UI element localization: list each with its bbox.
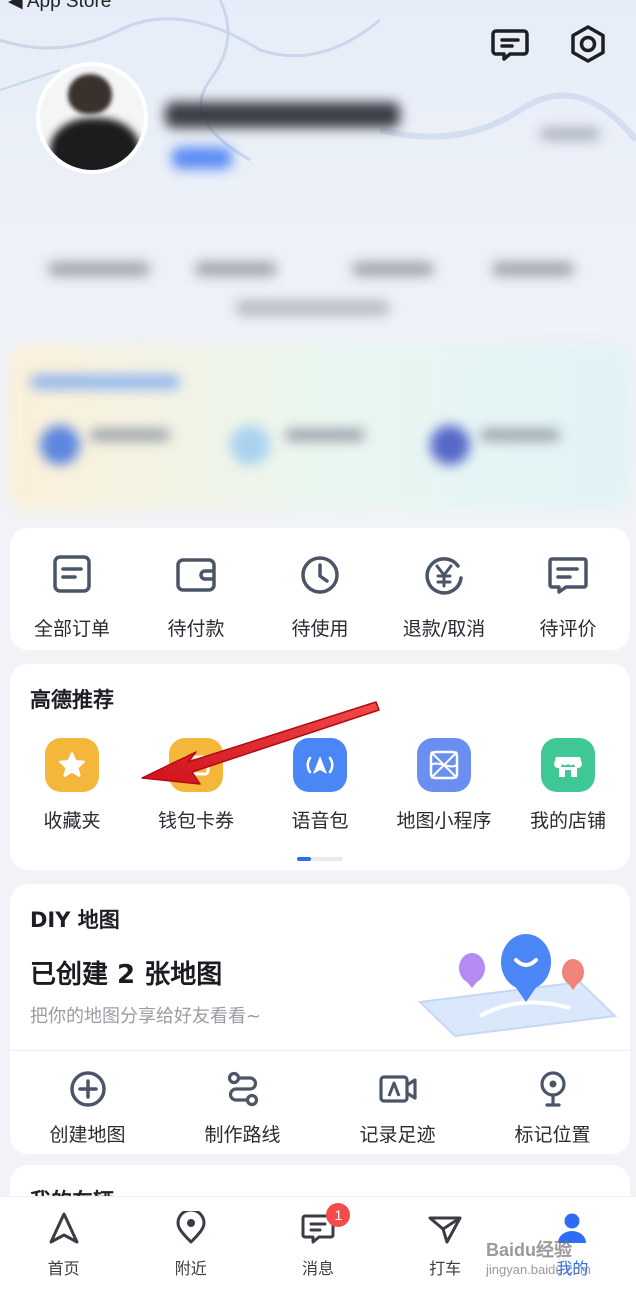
diy-subtitle: 把你的地图分享给好友看看~: [30, 1006, 262, 1027]
diy-action-label: 制作路线: [204, 1124, 281, 1146]
tab-label: 首页: [47, 1259, 80, 1278]
video-footprint-icon: [378, 1070, 418, 1112]
watermark-text: Baidu经验: [486, 1240, 573, 1260]
tab-label: 附近: [174, 1259, 207, 1278]
diy-action-create-map[interactable]: 创建地图: [10, 1070, 165, 1147]
route-icon: [224, 1070, 262, 1112]
diy-action-make-route[interactable]: 制作路线: [165, 1070, 320, 1147]
plus-circle-icon: [69, 1070, 107, 1112]
tab-label: 打车: [429, 1259, 462, 1278]
diy-action-label: 标记位置: [514, 1124, 591, 1146]
baidu-watermark: Baidu经验 jingyan.baidu.com: [486, 1236, 591, 1277]
diy-action-label: 记录足迹: [359, 1124, 436, 1146]
section-title: DIY 地图: [30, 908, 120, 932]
tab-messages[interactable]: 1 消息: [254, 1197, 381, 1306]
diy-action-record-footprint[interactable]: 记录足迹: [320, 1070, 475, 1147]
diy-action-label: 创建地图: [49, 1124, 126, 1146]
tab-home[interactable]: 首页: [0, 1197, 127, 1306]
unread-badge: 1: [326, 1203, 351, 1227]
tab-label: 消息: [301, 1259, 334, 1278]
navigation-arrow-icon: [47, 1211, 81, 1249]
diy-headline: 已创建 2 张地图: [30, 960, 223, 990]
watermark-url: jingyan.baidu.com: [486, 1262, 591, 1277]
tab-nearby[interactable]: 附近: [127, 1197, 254, 1306]
diy-action-mark-location[interactable]: 标记位置: [475, 1070, 630, 1147]
pin-icon: [534, 1070, 572, 1112]
taxi-icon: [427, 1211, 463, 1249]
diy-map-card: DIY 地图 已创建 2 张地图 把你的地图分享给好友看看~ 创建地图 制作路线: [10, 884, 630, 1154]
diy-map-illustration-icon: [417, 934, 618, 1038]
location-pin-icon: [174, 1208, 208, 1249]
divider: [10, 1050, 630, 1051]
